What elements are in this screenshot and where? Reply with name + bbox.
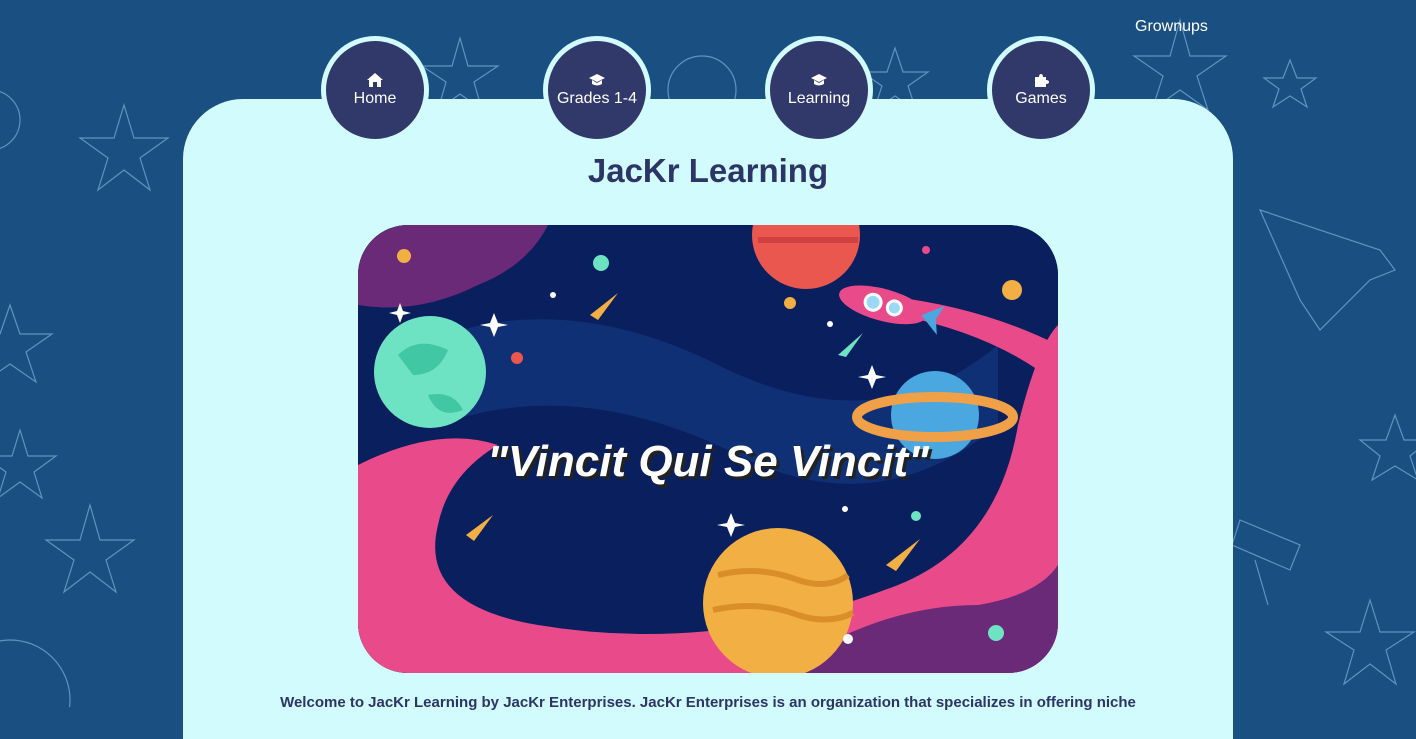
rocket-outline (1258, 209, 1396, 331)
nav-learning-button[interactable]: Learning (765, 36, 873, 144)
nav-home-label: Home (353, 90, 397, 107)
graduation-cap-icon (811, 74, 827, 86)
nav-grades-label: Grades 1-4 (556, 90, 638, 107)
nav-home-button[interactable]: Home (321, 36, 429, 144)
planet-outline (0, 91, 21, 149)
star-outline (1323, 597, 1416, 686)
home-icon (367, 73, 383, 87)
nav-games-label: Games (1015, 90, 1067, 107)
nav-learning-label: Learning (787, 90, 851, 107)
star-outline (78, 102, 170, 192)
puzzle-piece-icon (1035, 74, 1049, 87)
green-planet (374, 316, 486, 428)
orange-planet (703, 528, 853, 673)
nav-games-button[interactable]: Games (987, 36, 1095, 144)
page-title: JacKr Learning (587, 152, 829, 189)
star-outline (0, 427, 58, 500)
star-outline (0, 303, 54, 384)
intro-paragraph: Welcome to JacKr Learning by JacKr Enter… (280, 694, 1136, 711)
star-outline (1262, 58, 1318, 109)
graduation-cap-icon (589, 74, 605, 86)
hero-motto: "Vincit Qui Se Vincit" (487, 437, 929, 486)
telescope-outline (1231, 519, 1301, 606)
hero-space-banner: "Vincit Qui Se Vincit" (358, 225, 1058, 673)
nav-grades-button[interactable]: Grades 1-4 (543, 36, 651, 144)
planet-outline (0, 639, 71, 707)
star-outline (1358, 413, 1416, 482)
star-outline (44, 502, 136, 594)
grownups-link[interactable]: Grownups (1135, 18, 1208, 36)
